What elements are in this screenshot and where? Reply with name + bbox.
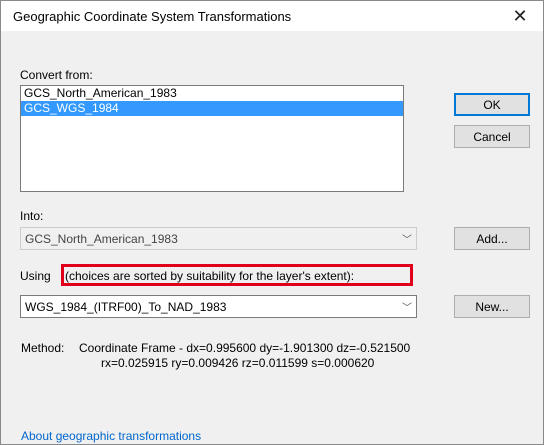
window-title: Geographic Coordinate System Transformat… <box>13 9 292 24</box>
about-transformations-link[interactable]: About geographic transformations <box>21 429 201 443</box>
list-item[interactable]: GCS_North_American_1983 <box>21 86 403 101</box>
convert-from-listbox[interactable]: GCS_North_American_1983 GCS_WGS_1984 <box>20 85 404 192</box>
using-label: Using <box>20 269 51 283</box>
chevron-down-icon: ﹀ <box>402 303 412 314</box>
list-item-selected[interactable]: GCS_WGS_1984 <box>21 101 403 116</box>
method-line-2: rx=0.025915 ry=0.009426 rz=0.011599 s=0.… <box>101 356 375 370</box>
ok-button[interactable]: OK <box>454 93 530 116</box>
coordinate-transformations-dialog: Geographic Coordinate System Transformat… <box>0 0 544 445</box>
using-dropdown-value: WGS_1984_(ITRF00)_To_NAD_1983 <box>25 300 227 314</box>
add-button[interactable]: Add... <box>454 227 530 250</box>
into-dropdown[interactable]: GCS_North_American_1983 ﹀ <box>20 227 417 250</box>
into-dropdown-value: GCS_North_American_1983 <box>25 232 178 246</box>
title-bar: Geographic Coordinate System Transformat… <box>1 1 543 31</box>
close-icon[interactable]: ✕ <box>497 1 543 31</box>
chevron-down-icon: ﹀ <box>402 235 412 246</box>
cancel-button[interactable]: Cancel <box>454 125 530 148</box>
into-label: Into: <box>20 209 44 223</box>
new-button[interactable]: New... <box>454 295 530 318</box>
convert-from-label: Convert from: <box>20 68 93 82</box>
method-label: Method: <box>21 341 65 355</box>
method-line-1: Coordinate Frame - dx=0.995600 dy=-1.901… <box>79 341 411 355</box>
red-highlight-box <box>61 264 413 286</box>
using-dropdown[interactable]: WGS_1984_(ITRF00)_To_NAD_1983 ﹀ <box>20 295 417 318</box>
